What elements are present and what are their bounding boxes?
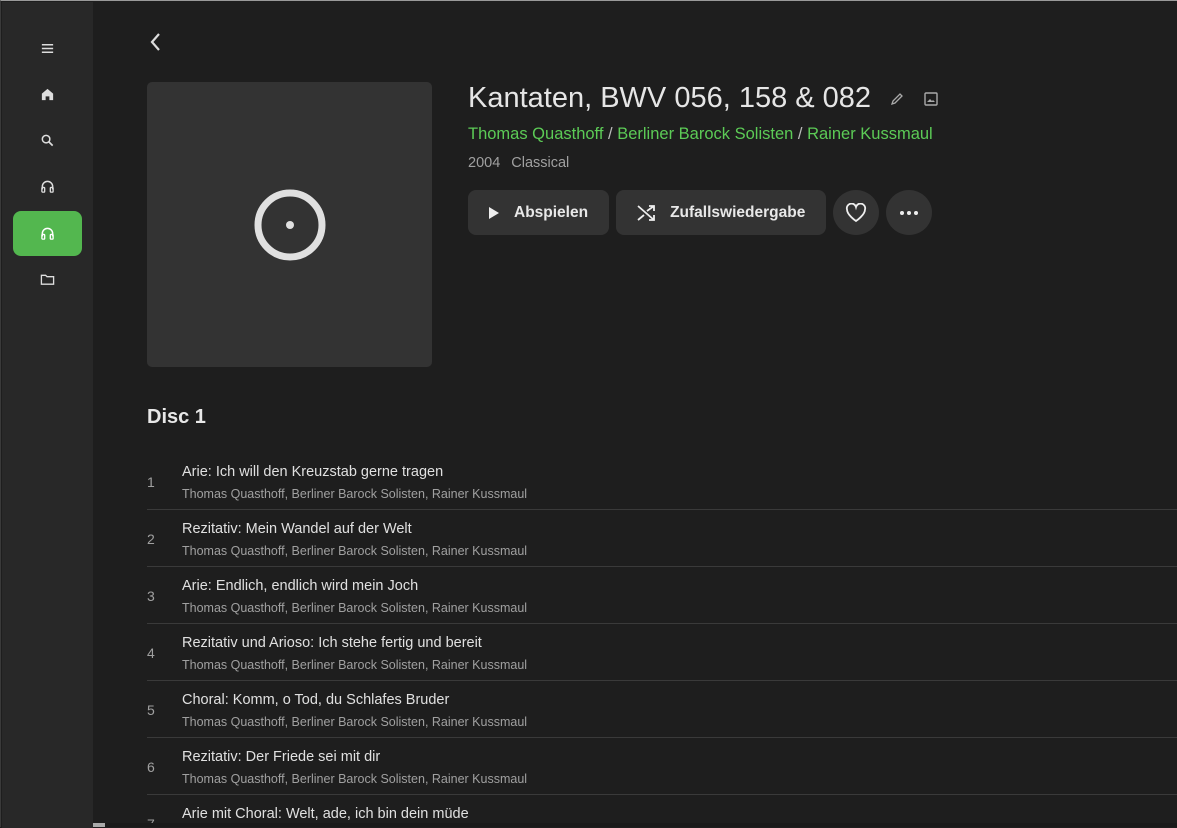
album-artists: Thomas Quasthoff / Berliner Barock Solis…	[468, 125, 933, 144]
track-row[interactable]: 5 Choral: Komm, o Tod, du Schlafes Bruder…	[147, 681, 1177, 738]
album-page: Kantaten, BWV 056, 158 & 082 Thomas Quas…	[93, 2, 1177, 827]
edit-pencil-icon[interactable]	[889, 91, 905, 107]
track-number: 4	[147, 645, 155, 661]
track-artists: Thomas Quasthoff, Berliner Barock Solist…	[182, 772, 527, 786]
more-horizontal-icon	[899, 210, 919, 216]
track-artists: Thomas Quasthoff, Berliner Barock Solist…	[182, 601, 527, 615]
track-number: 5	[147, 702, 155, 718]
image-icon[interactable]	[923, 91, 939, 107]
shuffle-icon	[636, 204, 656, 222]
track-row[interactable]: 3 Arie: Endlich, endlich wird mein Joch Th…	[147, 567, 1177, 624]
artist-link[interactable]: Berliner Barock Solisten	[617, 125, 793, 143]
track-artists: Thomas Quasthoff, Berliner Barock Solist…	[182, 544, 527, 558]
disc-icon	[253, 188, 327, 262]
sidebar-item-home[interactable]	[13, 72, 82, 117]
headphones-icon	[40, 179, 55, 194]
track-title: Choral: Komm, o Tod, du Schlafes Bruder	[182, 692, 449, 708]
disc-heading: Disc 1	[147, 406, 206, 429]
play-button[interactable]: Abspielen	[468, 190, 609, 235]
track-number: 2	[147, 531, 155, 547]
track-artists: Thomas Quasthoff, Berliner Barock Solist…	[182, 658, 527, 672]
track-artists: Thomas Quasthoff, Berliner Barock Solist…	[182, 487, 527, 501]
shuffle-button[interactable]: Zufallswiedergabe	[616, 190, 826, 235]
sidebar-item-search[interactable]	[13, 118, 82, 163]
track-title: Arie: Endlich, endlich wird mein Joch	[182, 578, 418, 594]
track-row[interactable]: 1 Arie: Ich will den Kreuzstab gerne trag…	[147, 453, 1177, 510]
track-number: 3	[147, 588, 155, 604]
album-year: 2004	[468, 155, 500, 171]
track-title: Rezitativ: Mein Wandel auf der Welt	[182, 521, 412, 537]
scrollbar-thumb[interactable]	[93, 823, 105, 827]
heart-icon	[845, 203, 867, 223]
app-window: Kantaten, BWV 056, 158 & 082 Thomas Quas…	[0, 0, 1177, 827]
album-title: Kantaten, BWV 056, 158 & 082	[468, 82, 939, 115]
album-genre[interactable]: Classical	[511, 155, 569, 171]
horizontal-scrollbar[interactable]	[93, 823, 1177, 827]
play-icon	[488, 206, 500, 220]
track-title: Rezitativ und Arioso: Ich stehe fertig u…	[182, 635, 482, 651]
headphones-icon	[40, 226, 55, 241]
artist-link[interactable]: Thomas Quasthoff	[468, 125, 603, 143]
sidebar-menu-button[interactable]	[13, 26, 82, 71]
track-row[interactable]: 4 Rezitativ und Arioso: Ich stehe fertig …	[147, 624, 1177, 681]
album-meta: 2004 Classical	[468, 155, 569, 171]
track-number: 6	[147, 759, 155, 775]
artist-link[interactable]: Rainer Kussmaul	[807, 125, 933, 143]
menu-icon	[40, 41, 55, 56]
track-title: Rezitativ: Der Friede sei mit dir	[182, 749, 380, 765]
album-cover-placeholder	[147, 82, 432, 367]
track-row[interactable]: 2 Rezitativ: Mein Wandel auf der Welt Thom…	[147, 510, 1177, 567]
sidebar-item-albums[interactable]	[13, 211, 82, 256]
search-icon	[40, 133, 55, 148]
sidebar-item-listen[interactable]	[13, 164, 82, 209]
separator: /	[608, 125, 613, 143]
track-number: 1	[147, 474, 155, 490]
back-arrow-icon[interactable]	[145, 28, 165, 56]
album-actions: Abspielen Zufallswiedergabe	[468, 190, 932, 235]
shuffle-label: Zufallswiedergabe	[670, 204, 805, 222]
sidebar-item-folders[interactable]	[13, 257, 82, 302]
favorite-button[interactable]	[833, 190, 879, 235]
album-title-text: Kantaten, BWV 056, 158 & 082	[468, 82, 871, 115]
track-artists: Thomas Quasthoff, Berliner Barock Solist…	[182, 715, 527, 729]
track-list: 1 Arie: Ich will den Kreuzstab gerne trag…	[147, 453, 1177, 827]
folder-icon	[40, 272, 55, 287]
separator: /	[798, 125, 803, 143]
more-options-button[interactable]	[886, 190, 932, 235]
home-icon	[40, 87, 55, 102]
sidebar	[2, 2, 93, 828]
track-title: Arie mit Choral: Welt, ade, ich bin dein…	[182, 806, 469, 822]
track-title: Arie: Ich will den Kreuzstab gerne trage…	[182, 464, 443, 480]
track-row[interactable]: 6 Rezitativ: Der Friede sei mit dir Thomas…	[147, 738, 1177, 795]
play-label: Abspielen	[514, 204, 588, 222]
